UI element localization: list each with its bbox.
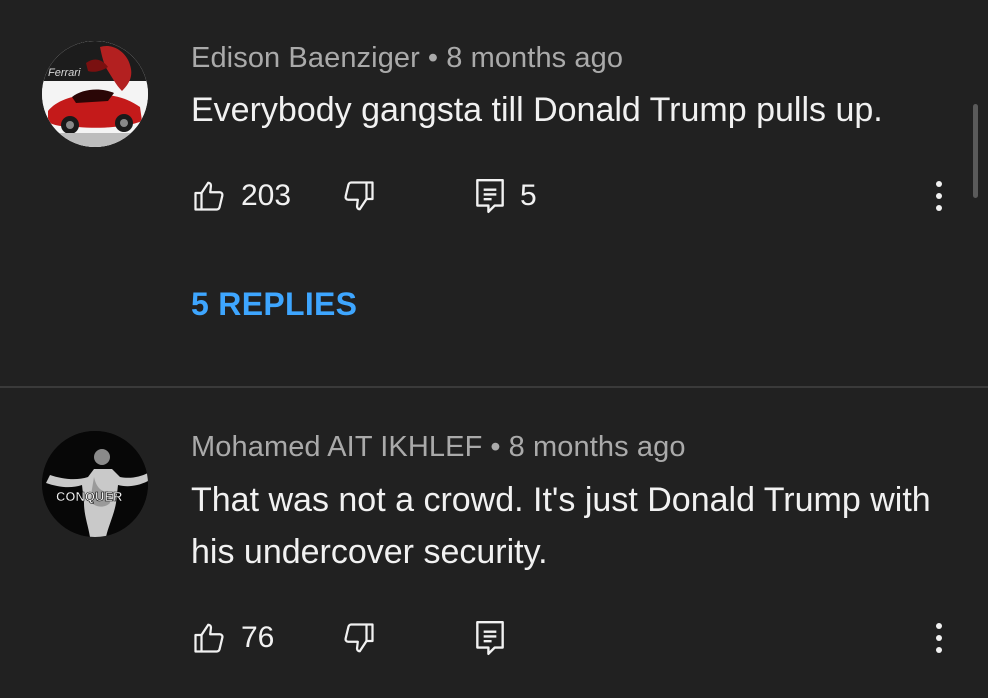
comment-meta: Edison Baenziger • 8 months ago (191, 42, 623, 75)
author-name[interactable]: Mohamed AIT IKHLEF (191, 431, 482, 463)
avatar-brand-text: Ferrari (48, 67, 81, 79)
comment-1: Ferrari Edison Baenziger • 8 months ago Ev… (0, 0, 988, 386)
reply-comment-icon (476, 620, 504, 656)
reply-button[interactable]: 5 (474, 174, 537, 218)
conquer-figure-avatar-icon: CONQUER (42, 431, 148, 537)
comment-actions: 76 (191, 616, 961, 660)
comment-text: Everybody gangsta till Donald Trump pull… (191, 91, 883, 129)
view-replies-link[interactable]: 5 REPLIES (191, 286, 357, 323)
thumbs-down-icon (344, 623, 374, 653)
comments-thread: Ferrari Edison Baenziger • 8 months ago Ev… (0, 0, 988, 698)
reply-button[interactable] (474, 616, 506, 660)
ferrari-car-avatar-icon: Ferrari (42, 41, 148, 147)
like-button[interactable]: 76 (191, 616, 274, 660)
comment-meta: Mohamed AIT IKHLEF • 8 months ago (191, 431, 686, 464)
comment-time[interactable]: 8 months ago (509, 431, 686, 463)
thumbs-up-icon (194, 181, 224, 211)
author-name[interactable]: Edison Baenziger (191, 42, 420, 74)
avatar[interactable]: CONQUER (42, 431, 148, 537)
avatar-caption-text: CONQUER (56, 489, 123, 504)
reply-comment-icon (476, 178, 504, 214)
more-actions-button[interactable] (929, 174, 949, 218)
scrollbar-thumb[interactable] (973, 104, 978, 198)
comment-actions: 203 5 (191, 174, 961, 218)
dislike-button[interactable] (341, 616, 377, 660)
more-vertical-icon (936, 181, 942, 211)
reply-count: 5 (520, 179, 537, 212)
avatar[interactable]: Ferrari (42, 41, 148, 147)
comment-2: CONQUER Mohamed AIT IKHLEF • 8 months ago … (0, 388, 988, 698)
more-actions-button[interactable] (929, 616, 949, 660)
meta-separator: • (427, 42, 439, 74)
comment-time[interactable]: 8 months ago (446, 42, 623, 74)
like-count: 203 (241, 179, 292, 212)
more-vertical-icon (936, 623, 942, 653)
meta-separator: • (490, 431, 501, 463)
thumbs-down-icon (344, 181, 374, 211)
like-button[interactable]: 203 (191, 174, 291, 218)
like-count: 76 (241, 621, 275, 654)
dislike-button[interactable] (341, 174, 377, 218)
thumbs-up-icon (194, 623, 224, 653)
comment-text: That was not a crowd. It's just Donald T… (191, 481, 931, 571)
